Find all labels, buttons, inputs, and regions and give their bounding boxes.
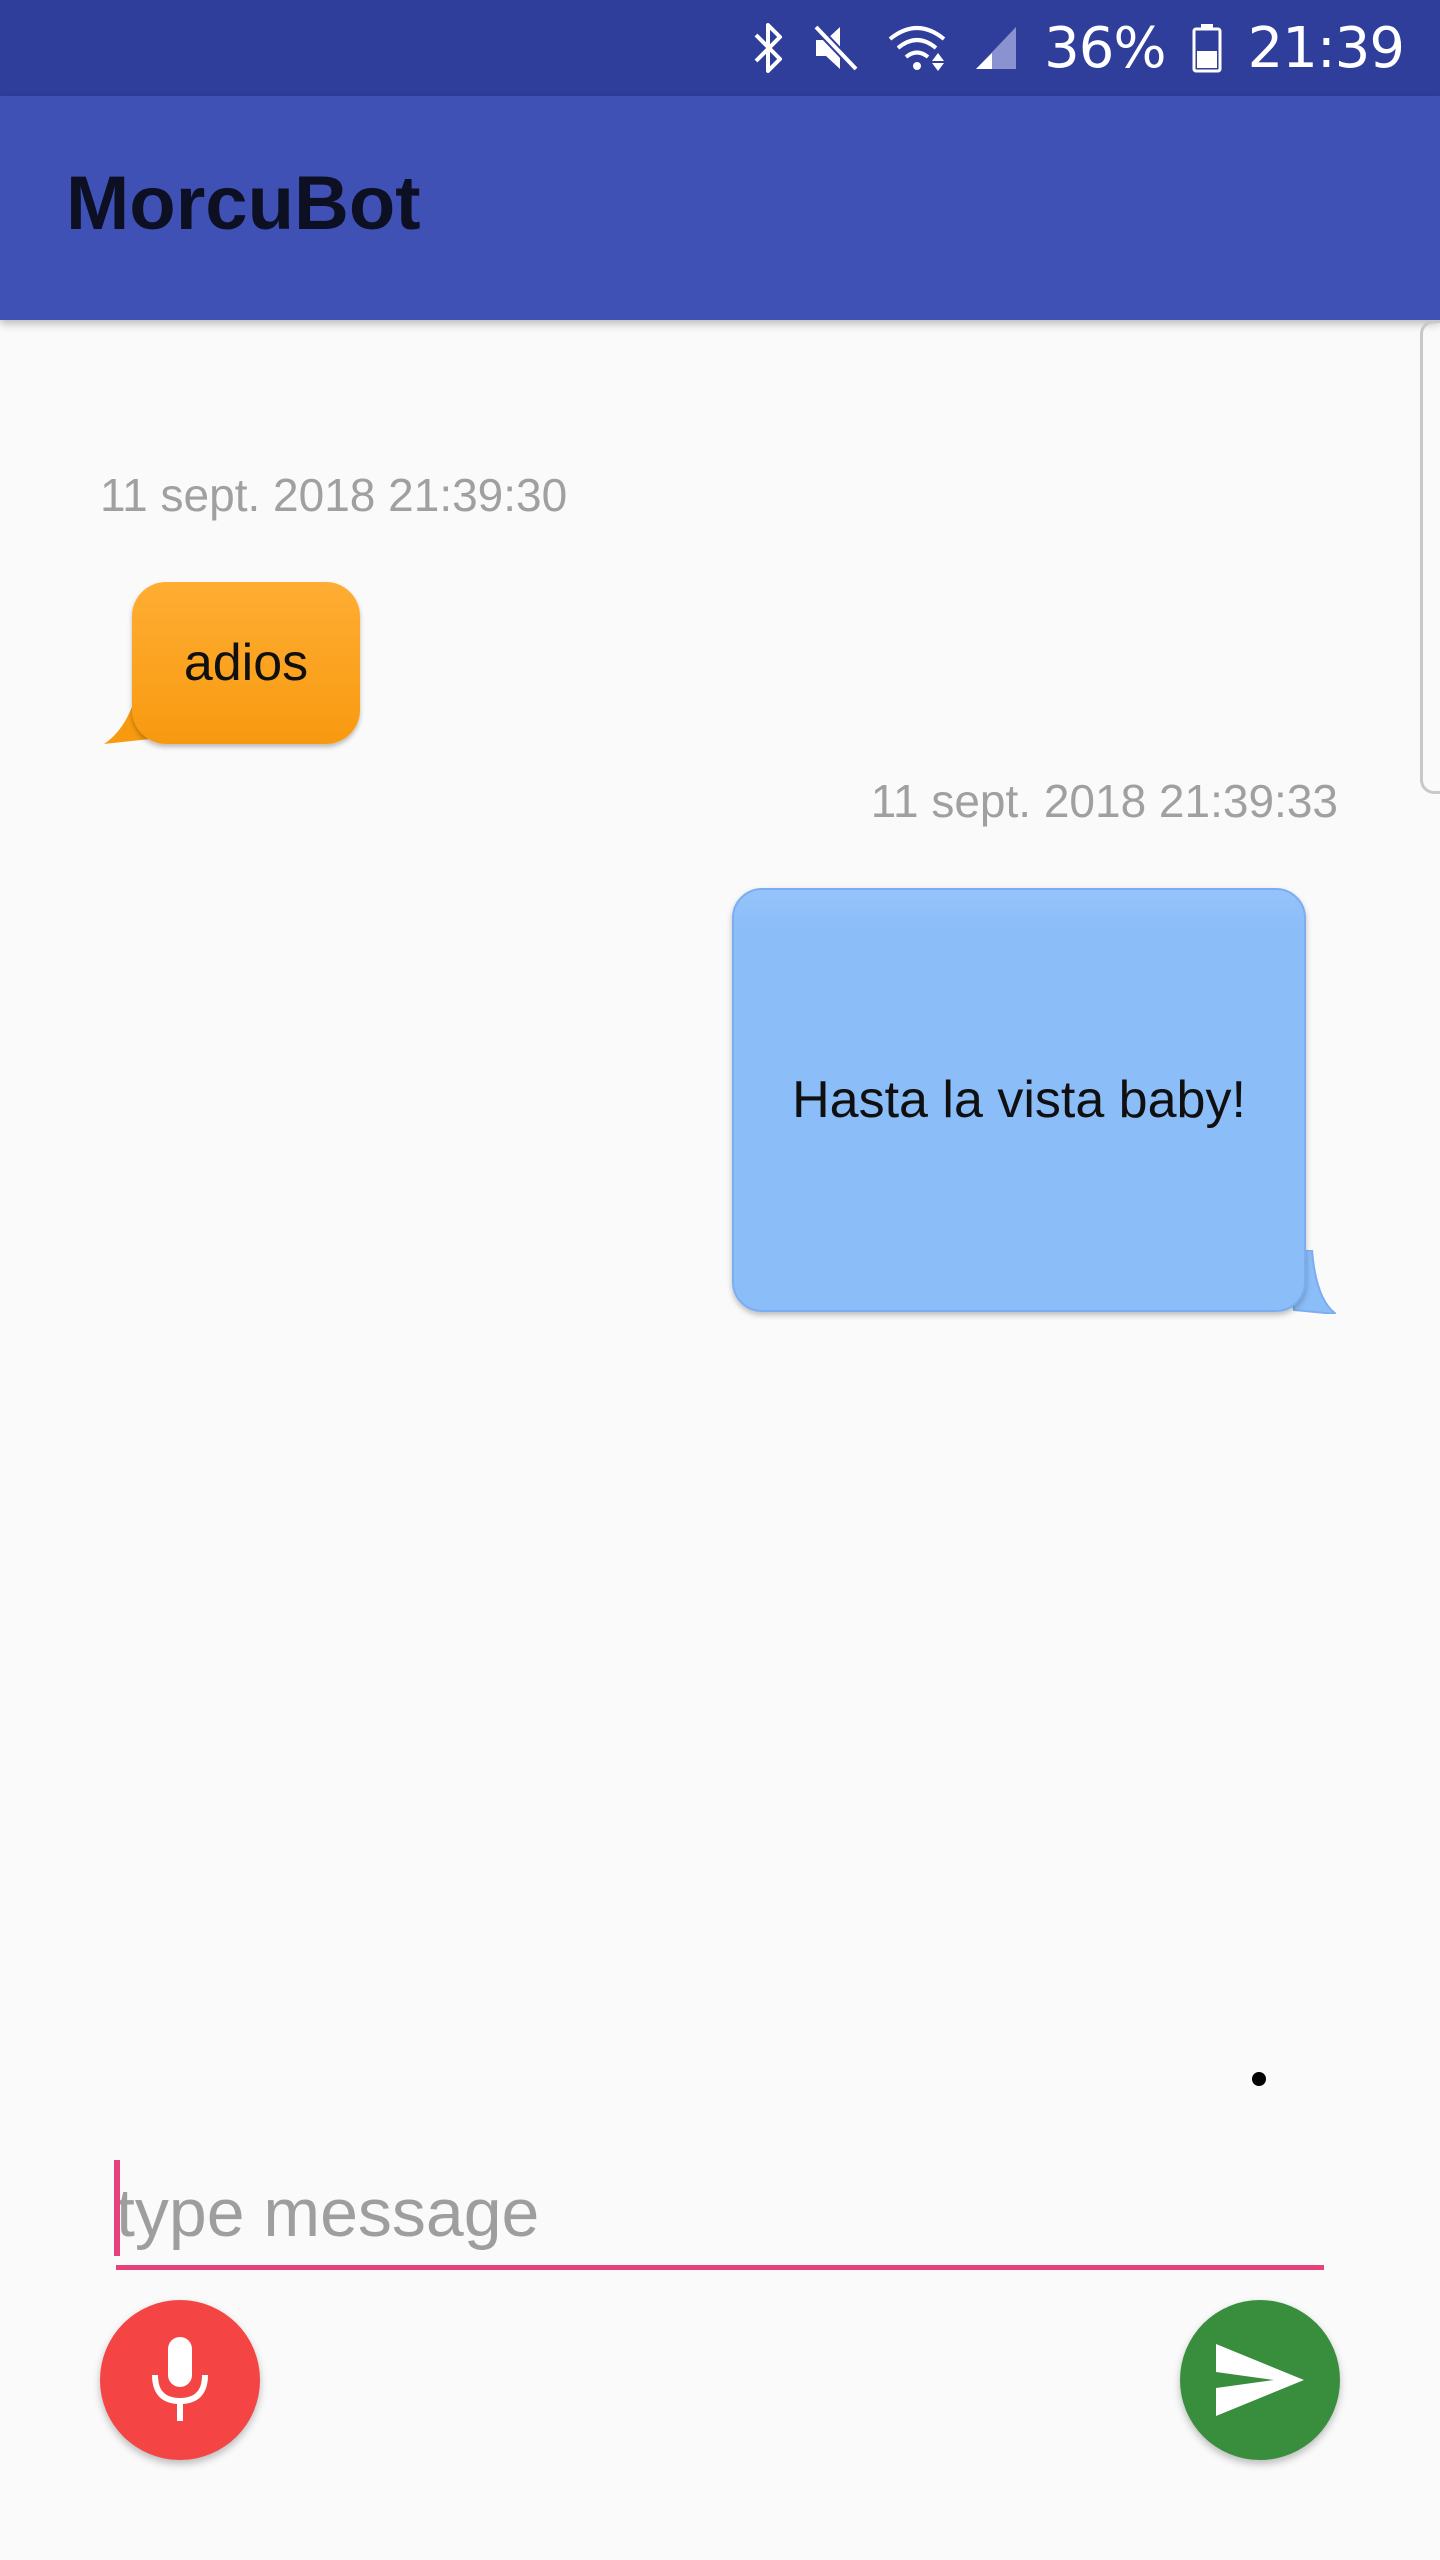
scroll-edge <box>1420 320 1440 794</box>
message-text: Hasta la vista baby! <box>792 1071 1246 1129</box>
signal-icon <box>974 25 1018 71</box>
message-input[interactable] <box>116 2160 1324 2270</box>
status-bar: 36% 21:39 <box>0 0 1440 96</box>
app-bar: MorcuBot <box>0 96 1440 320</box>
indicator-dot <box>1252 2072 1266 2086</box>
bluetooth-icon <box>752 21 786 75</box>
mic-button[interactable] <box>100 2300 260 2460</box>
send-icon <box>1216 2344 1304 2416</box>
message-text: adios <box>183 634 309 692</box>
battery-percent: 36% <box>1044 15 1166 81</box>
send-button[interactable] <box>1180 2300 1340 2460</box>
status-icons: 36% 21:39 <box>752 0 1405 96</box>
text-cursor <box>114 2160 120 2256</box>
bot-message-bubble: adios <box>132 582 360 744</box>
clock: 21:39 <box>1247 15 1405 81</box>
message-timestamp: 11 sept. 2018 21:39:30 <box>100 469 568 521</box>
battery-icon <box>1192 23 1222 73</box>
page-title: MorcuBot <box>66 161 421 246</box>
message-timestamp: 11 sept. 2018 21:39:33 <box>870 775 1338 827</box>
user-message-bubble: Hasta la vista baby! <box>732 888 1306 1312</box>
mute-icon <box>812 23 860 73</box>
wifi-icon <box>886 23 948 73</box>
microphone-icon <box>152 2337 208 2421</box>
